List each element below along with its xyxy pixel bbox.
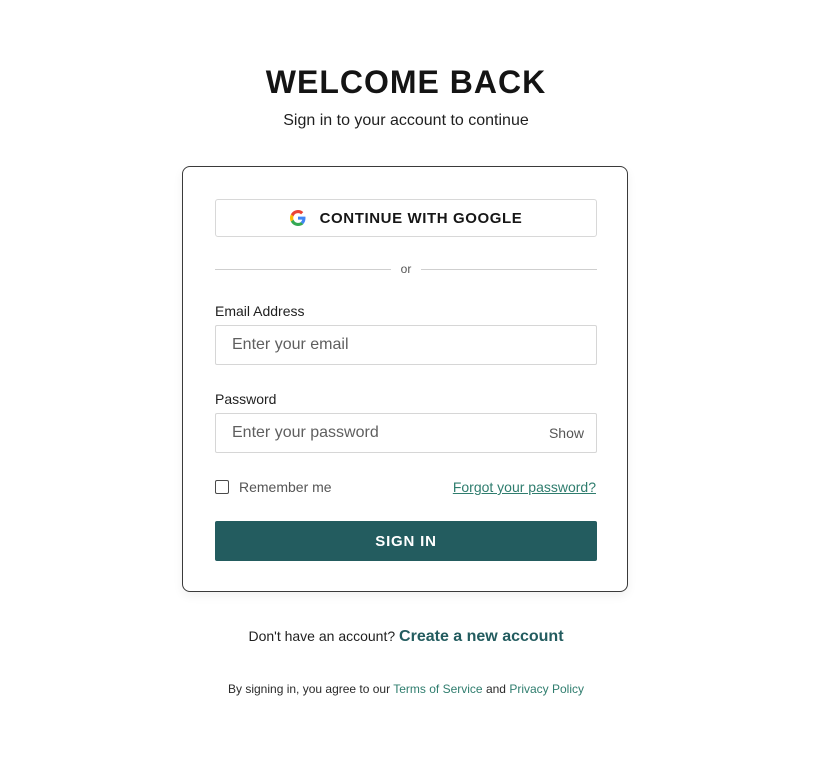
- sign-up-prompt: Don't have an account? Create a new acco…: [0, 628, 812, 646]
- password-placeholder: Enter your password: [232, 424, 379, 441]
- show-password-toggle[interactable]: Show: [549, 425, 596, 441]
- google-button-label: CONTINUE WITH GOOGLE: [319, 209, 523, 227]
- forgot-password-link[interactable]: Forgot your password?: [453, 479, 596, 495]
- divider-line-right: [421, 268, 598, 270]
- create-account-link[interactable]: Create a new account: [399, 628, 564, 645]
- divider-line-left: [215, 268, 391, 270]
- remember-me-checkbox[interactable]: [215, 480, 229, 494]
- sign-in-card: CONTINUE WITH GOOGLE or Email Address En…: [182, 166, 628, 592]
- email-label: Email Address: [215, 303, 305, 319]
- sign-in-button[interactable]: SIGN IN: [215, 521, 597, 561]
- privacy-policy-link[interactable]: Privacy Policy: [509, 682, 584, 696]
- email-placeholder: Enter your email: [232, 336, 349, 353]
- remember-me-label[interactable]: Remember me: [239, 479, 332, 495]
- remember-me: Remember me: [215, 479, 332, 495]
- page-subtitle: Sign in to your account to continue: [283, 112, 529, 129]
- legal-and: and: [485, 682, 506, 696]
- or-divider: or: [215, 261, 598, 277]
- terms-of-service-link[interactable]: Terms of Service: [393, 682, 482, 696]
- password-label: Password: [215, 391, 277, 407]
- email-field[interactable]: Enter your email: [215, 325, 597, 365]
- legal-prefix: By signing in, you agree to our: [228, 682, 391, 696]
- legal-notice: By signing in, you agree to our Terms of…: [0, 682, 812, 696]
- divider-text: or: [400, 262, 412, 276]
- google-icon: [289, 210, 306, 226]
- page-title: WELCOME BACK: [265, 64, 547, 100]
- continue-with-google-button[interactable]: CONTINUE WITH GOOGLE: [215, 199, 597, 237]
- password-field[interactable]: Enter your password Show: [215, 413, 597, 453]
- no-account-text: Don't have an account?: [248, 628, 396, 644]
